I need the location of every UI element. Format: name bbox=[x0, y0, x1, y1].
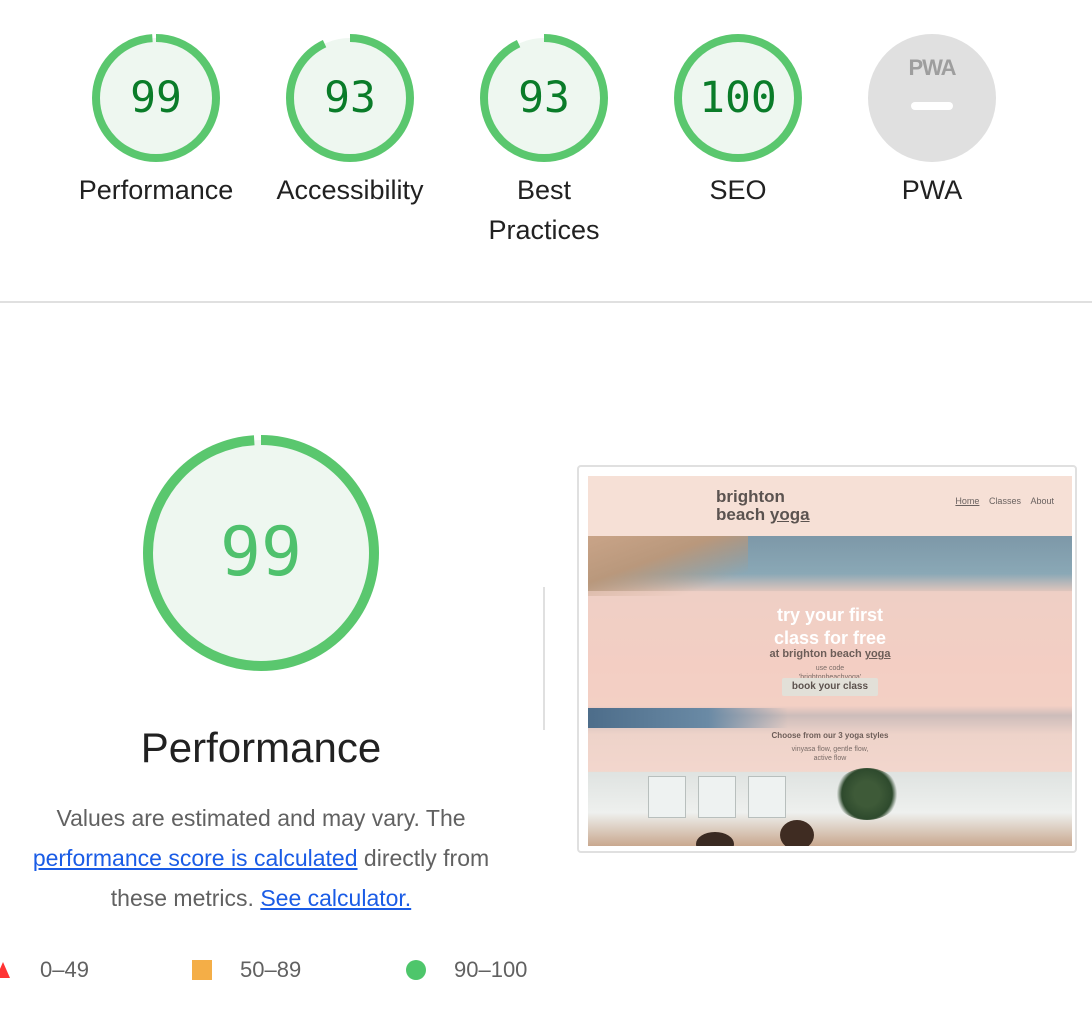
score-value: 93 bbox=[518, 73, 570, 123]
studio-window bbox=[748, 776, 786, 818]
styles-list: vinyasa flow, gentle flow, active flow bbox=[588, 745, 1072, 763]
final-screenshot-frame[interactable]: brighton beach yoga Home Classes About t… bbox=[577, 465, 1077, 853]
book-class-button: book your class bbox=[782, 678, 878, 696]
description-text: Values are estimated and may vary. The bbox=[56, 805, 466, 831]
gauge-pwa[interactable]: PWA PWA bbox=[832, 33, 1032, 210]
gauge-seo[interactable]: 100 SEO bbox=[638, 33, 838, 210]
legend-range: 0–49 bbox=[40, 957, 89, 982]
gauge-performance[interactable]: 99 Performance bbox=[56, 33, 256, 210]
nav-home: Home bbox=[955, 496, 980, 506]
styles-line: vinyasa flow, gentle flow, bbox=[791, 746, 869, 753]
score-value: 93 bbox=[324, 73, 376, 123]
studio-plant bbox=[834, 768, 900, 820]
logo-line: beach bbox=[716, 505, 766, 524]
gauge-label: SEO bbox=[709, 175, 767, 205]
styles-line: active flow bbox=[813, 755, 847, 762]
gauge-label: Accessibility bbox=[276, 175, 424, 205]
see-calculator-link[interactable]: See calculator. bbox=[260, 885, 411, 911]
site-logo: brighton beach yoga bbox=[716, 488, 810, 524]
hero-sub: at brighton beach bbox=[769, 648, 862, 660]
pwa-badge: PWA bbox=[867, 33, 997, 163]
promo-line: use code bbox=[815, 665, 845, 672]
performance-description: Values are estimated and may vary. The p… bbox=[10, 798, 512, 918]
section-divider bbox=[0, 301, 1092, 303]
hero-headline: try your first class for free bbox=[588, 604, 1072, 650]
orange-square-icon bbox=[192, 960, 212, 980]
final-screenshot: brighton beach yoga Home Classes About t… bbox=[588, 476, 1072, 846]
green-circle-icon bbox=[406, 960, 426, 980]
gauge-best-practices[interactable]: 93 Best Practices bbox=[444, 33, 644, 250]
site-header bbox=[588, 476, 1072, 536]
score-calculated-link[interactable]: performance score is calculated bbox=[33, 845, 358, 871]
score-ring: 93 bbox=[479, 33, 609, 163]
red-triangle-icon bbox=[0, 962, 10, 978]
studio-window bbox=[698, 776, 736, 818]
score-value: 100 bbox=[699, 73, 777, 123]
hero-sub: yoga bbox=[864, 648, 891, 660]
performance-score-value: 99 bbox=[220, 513, 302, 592]
logo-line: brighton bbox=[716, 487, 785, 506]
legend-range: 50–89 bbox=[240, 957, 302, 982]
score-ring: 100 bbox=[673, 33, 803, 163]
performance-title: Performance bbox=[140, 724, 382, 771]
logo-line: yoga bbox=[769, 505, 810, 524]
nav-classes: Classes bbox=[988, 496, 1021, 506]
hero-line: class for free bbox=[773, 628, 887, 648]
studio-window bbox=[648, 776, 686, 818]
hero-subtitle: at brighton beach yoga bbox=[588, 648, 1072, 660]
hero-arm bbox=[588, 536, 748, 596]
nav-about: About bbox=[1030, 496, 1054, 506]
gauge-accessibility[interactable]: 93 Accessibility bbox=[250, 33, 450, 210]
styles-title: Choose from our 3 yoga styles bbox=[771, 731, 889, 740]
hero-jeans bbox=[588, 708, 788, 728]
site-nav: Home Classes About bbox=[948, 496, 1054, 506]
gauge-label: PWA bbox=[901, 175, 963, 205]
vertical-divider bbox=[543, 587, 545, 730]
score-ring: 99 bbox=[91, 33, 221, 163]
not-applicable-dash-icon bbox=[911, 102, 953, 110]
gauge-label: Best Practices bbox=[488, 175, 600, 245]
score-value: 99 bbox=[130, 73, 182, 123]
performance-score-gauge: 99 bbox=[140, 432, 382, 674]
student-head bbox=[780, 820, 814, 846]
score-ring: 93 bbox=[285, 33, 415, 163]
gauge-label: Performance bbox=[78, 175, 234, 205]
category-gauges: 99 Performance 93 Accessibility 93 Best … bbox=[0, 0, 1092, 302]
legend-range: 90–100 bbox=[454, 957, 528, 982]
pwa-logo-icon: PWA bbox=[908, 55, 956, 80]
hero-line: try your first bbox=[776, 605, 884, 625]
